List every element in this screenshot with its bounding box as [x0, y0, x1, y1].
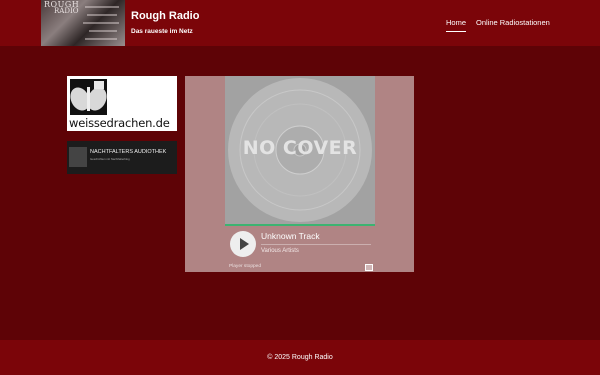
site-footer: © 2025 Rough Radio — [0, 340, 600, 375]
nav-home[interactable]: Home — [446, 18, 467, 32]
track-divider — [261, 244, 371, 245]
site-header: ROUGH RADIO Rough Radio Das raueste im N… — [0, 0, 600, 46]
audio-player: NO COVER Unknown Track Various Artists P… — [185, 76, 414, 272]
site-subtitle: Das raueste im Netz — [131, 28, 193, 35]
banner2-subtitle: Geschichten mit Nachtfalterblog — [90, 157, 130, 161]
progress-bar[interactable] — [225, 224, 375, 226]
banner2-title: NACHTFALTERS AUDIOTHEK — [90, 149, 167, 155]
no-cover-label: NO COVER — [242, 137, 358, 159]
copyright-text: © 2025 Rough Radio — [267, 354, 333, 361]
weissedrachen-banner[interactable]: weissedrachen.de — [67, 76, 177, 131]
moth-image — [70, 79, 107, 115]
moth-thumbnail — [69, 147, 87, 167]
play-button[interactable] — [230, 231, 256, 257]
popout-icon[interactable] — [365, 264, 373, 271]
banner1-text: weissedrachen.de — [69, 116, 170, 130]
site-title[interactable]: Rough Radio — [131, 10, 199, 22]
nav-online-radiostationen[interactable]: Online Radiostationen — [476, 18, 550, 27]
nachtfalters-audiothek-banner[interactable]: NACHTFALTERS AUDIOTHEK Geschichten mit N… — [67, 141, 177, 174]
logo-line-2: RADIO — [54, 7, 79, 15]
track-artist: Various Artists — [261, 248, 299, 254]
player-status: Player stopped — [229, 264, 261, 269]
album-cover: NO COVER — [225, 76, 375, 224]
site-logo[interactable]: ROUGH RADIO — [41, 0, 125, 46]
track-title: Unknown Track — [261, 231, 320, 241]
